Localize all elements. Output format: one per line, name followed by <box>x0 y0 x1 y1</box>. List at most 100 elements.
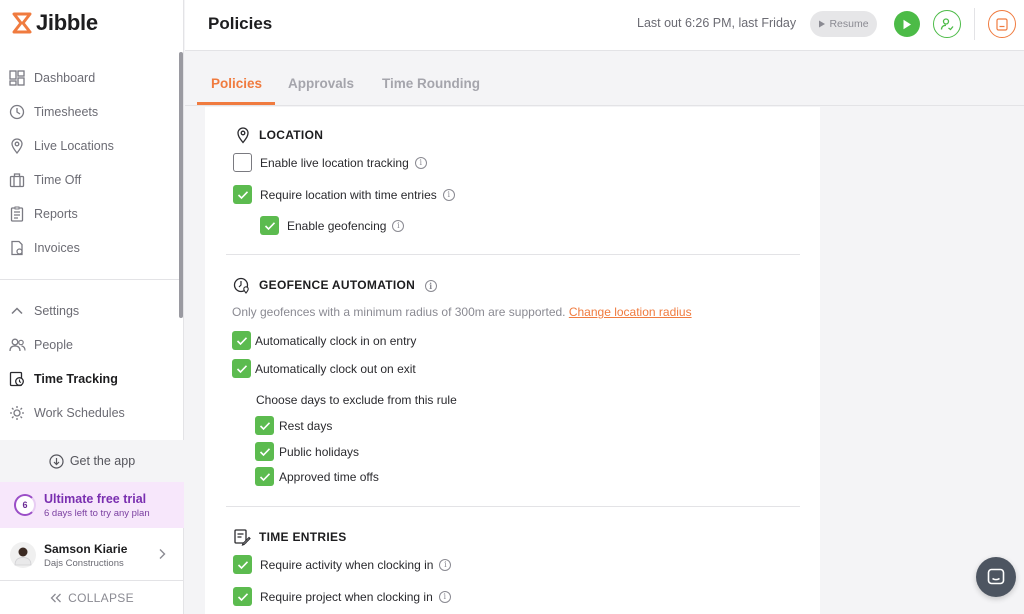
info-icon[interactable]: i <box>424 280 437 292</box>
checkmark-icon <box>237 560 248 569</box>
double-chevron-left-icon <box>50 593 62 603</box>
time-entries-icon <box>233 528 251 546</box>
require-location-checkbox[interactable] <box>233 185 252 204</box>
live-tracking-checkbox[interactable] <box>233 153 252 172</box>
checkmark-icon <box>237 190 248 199</box>
policy-tabs: Policies Approvals Time Rounding <box>185 52 1024 106</box>
rest-days-checkbox[interactable] <box>255 416 274 435</box>
sidebar-item-invoices[interactable]: Invoices <box>0 233 180 263</box>
geofence-note: Only geofences with a minimum radius of … <box>232 305 692 319</box>
checkmark-icon <box>264 221 275 230</box>
clock-out-exit-label: Automatically clock out on exit <box>255 361 416 376</box>
chat-support-button[interactable] <box>976 557 1016 597</box>
header-divider <box>974 8 975 40</box>
inbox-icon <box>996 17 1008 31</box>
report-icon <box>8 205 26 223</box>
live-tracking-row: Enable live location tracking i <box>233 153 427 172</box>
sidebar-item-work-schedules[interactable]: Work Schedules <box>0 398 180 428</box>
active-tab-indicator <box>197 102 275 105</box>
time-entries-section-title: TIME ENTRIES <box>259 530 347 544</box>
clock-out-exit-row: Automatically clock out on exit <box>232 359 416 378</box>
tab-approvals[interactable]: Approvals <box>288 76 354 91</box>
page-title: Policies <box>208 14 273 33</box>
clock-in-entry-row: Automatically clock in on entry <box>232 331 416 350</box>
tab-time-rounding[interactable]: Time Rounding <box>382 76 480 91</box>
info-icon[interactable]: i <box>414 156 427 169</box>
sidebar-item-time-off[interactable]: Time Off <box>0 165 180 195</box>
rest-days-row: Rest days <box>255 416 332 435</box>
location-section-title: LOCATION <box>259 128 324 142</box>
require-location-row: Require location with time entries i <box>233 185 455 204</box>
public-holidays-row: Public holidays <box>255 442 359 461</box>
dashboard-icon <box>8 69 26 87</box>
require-project-label: Require project when clocking in <box>260 589 433 604</box>
checkmark-icon <box>259 421 270 430</box>
clock-in-entry-checkbox[interactable] <box>232 331 251 350</box>
clock-icon <box>8 103 26 121</box>
public-holidays-label: Public holidays <box>279 444 360 459</box>
sidebar-item-time-tracking[interactable]: Time Tracking <box>0 364 180 394</box>
info-icon[interactable]: i <box>442 188 455 201</box>
chevron-up-icon <box>8 302 26 320</box>
require-activity-row: Require activity when clocking in i <box>233 555 452 574</box>
trial-subtitle: 6 days left to try any plan <box>44 507 150 519</box>
schedule-icon <box>8 404 26 422</box>
sidebar-item-dashboard[interactable]: Dashboard <box>0 63 180 93</box>
person-clock-icon <box>940 17 954 31</box>
clock-in-entry-label: Automatically clock in on entry <box>255 333 417 348</box>
collapse-sidebar-button[interactable]: COLLAPSE <box>0 580 184 614</box>
sidebar-item-label: Dashboard <box>34 71 96 85</box>
policies-panel: LOCATION Enable live location tracking i… <box>205 107 820 614</box>
geofence-note-text: Only geofences with a minimum radius of … <box>232 305 566 319</box>
get-the-app-button[interactable]: Get the app <box>0 440 184 482</box>
change-location-radius-link[interactable]: Change location radius <box>569 305 692 319</box>
clock-in-play-button[interactable] <box>894 11 920 37</box>
sidebar-item-timesheets[interactable]: Timesheets <box>0 97 180 127</box>
chat-icon <box>986 567 1006 587</box>
sidebar-item-label: Time Off <box>34 173 82 187</box>
geofencing-row: Enable geofencing i <box>260 216 405 235</box>
info-icon[interactable]: i <box>438 590 451 603</box>
sidebar-item-reports[interactable]: Reports <box>0 199 180 229</box>
play-icon <box>902 19 912 30</box>
sidebar-item-label: People <box>34 338 73 352</box>
notifications-button[interactable] <box>988 10 1016 38</box>
info-icon[interactable]: i <box>439 558 452 571</box>
sidebar-item-settings[interactable]: Settings <box>0 296 180 326</box>
sidebar-item-label: Invoices <box>34 241 80 255</box>
trial-days-badge: 6 <box>14 494 36 516</box>
require-project-checkbox[interactable] <box>233 587 252 606</box>
sidebar-item-label: Reports <box>34 207 78 221</box>
public-holidays-checkbox[interactable] <box>255 442 274 461</box>
trial-title: Ultimate free trial <box>44 491 147 506</box>
exclude-days-heading: Choose days to exclude from this rule <box>256 393 457 407</box>
avatar <box>10 542 36 568</box>
resume-button[interactable]: Resume <box>810 11 877 37</box>
geofencing-checkbox[interactable] <box>260 216 279 235</box>
clock-out-exit-checkbox[interactable] <box>232 359 251 378</box>
info-icon[interactable]: i <box>392 219 405 232</box>
location-pin-icon <box>8 137 26 155</box>
invoice-icon <box>8 239 26 257</box>
checkmark-icon <box>236 336 247 345</box>
sidebar-scrollbar[interactable] <box>179 52 183 318</box>
play-small-icon <box>818 20 826 28</box>
clock-in-person-button[interactable] <box>933 10 961 38</box>
get-app-label: Get the app <box>69 454 136 468</box>
user-profile[interactable]: Samson Kiarie Dajs Constructions <box>0 530 184 580</box>
jibble-logo-icon <box>12 12 32 34</box>
sidebar-item-label: Settings <box>34 304 80 318</box>
approved-time-offs-row: Approved time offs <box>255 467 379 486</box>
require-activity-checkbox[interactable] <box>233 555 252 574</box>
tab-policies[interactable]: Policies <box>211 76 262 91</box>
checkmark-icon <box>237 592 248 601</box>
luggage-icon <box>8 171 26 189</box>
checkmark-icon <box>236 364 247 373</box>
approved-time-offs-checkbox[interactable] <box>255 467 274 486</box>
user-organization: Dajs Constructions <box>44 557 124 569</box>
sidebar-item-live-locations[interactable]: Live Locations <box>0 131 180 161</box>
require-project-row: Require project when clocking in i <box>233 587 451 606</box>
jibble-logo[interactable]: Jibble <box>12 10 98 36</box>
sidebar-item-people[interactable]: People <box>0 330 180 360</box>
trial-banner[interactable]: 6 Ultimate free trial 6 days left to try… <box>0 482 184 528</box>
